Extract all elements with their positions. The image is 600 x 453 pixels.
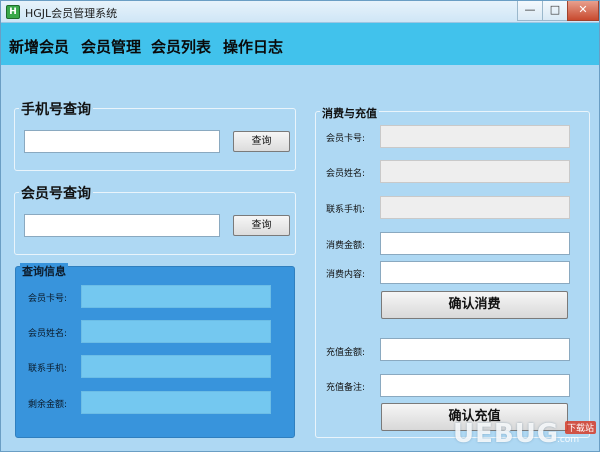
consume-content-input[interactable] bbox=[380, 261, 570, 284]
recharge-amount-label: 充值金额: bbox=[326, 348, 366, 358]
member-query-button[interactable]: 查询 bbox=[233, 215, 290, 236]
consume-recharge-title: 消费与充值 bbox=[320, 105, 379, 121]
menu-member-manage[interactable]: 会员管理 bbox=[81, 36, 141, 57]
window-title: HGJL会员管理系统 bbox=[25, 7, 118, 20]
menu-operation-log[interactable]: 操作日志 bbox=[223, 36, 283, 57]
menu-bar: 新增会员 会员管理 会员列表 操作日志 bbox=[1, 23, 599, 65]
watermark-logo: UEBUG 下载站 .com bbox=[453, 419, 597, 453]
maximize-button[interactable]: □ bbox=[542, 1, 568, 21]
title-bar[interactable]: H HGJL会员管理系统 — □ ✕ bbox=[1, 1, 599, 23]
member-name-field bbox=[380, 160, 570, 183]
main-window: H HGJL会员管理系统 — □ ✕ 新增会员 会员管理 会员列表 操作日志 手… bbox=[0, 0, 600, 452]
member-query-title: 会员号查询 bbox=[19, 183, 93, 203]
info-balance-value bbox=[81, 391, 271, 414]
contact-phone-field bbox=[380, 196, 570, 219]
info-name-value bbox=[81, 320, 271, 343]
info-name-label: 会员姓名: bbox=[28, 329, 68, 339]
contact-phone-label: 联系手机: bbox=[326, 205, 366, 215]
query-info-title: 查询信息 bbox=[20, 263, 68, 279]
member-name-label: 会员姓名: bbox=[326, 169, 366, 179]
recharge-amount-input[interactable] bbox=[380, 338, 570, 361]
phone-query-button[interactable]: 查询 bbox=[233, 131, 290, 152]
card-number-field bbox=[380, 125, 570, 148]
info-balance-label: 剩余金额: bbox=[28, 400, 68, 410]
watermark-badge: 下载站 bbox=[565, 421, 597, 434]
close-button[interactable]: ✕ bbox=[567, 1, 599, 21]
recharge-note-input[interactable] bbox=[380, 374, 570, 397]
query-info-panel: 查询信息 会员卡号: 会员姓名: 联系手机: 剩余金额: bbox=[15, 263, 295, 438]
member-query-input[interactable] bbox=[24, 214, 220, 237]
info-phone-value bbox=[81, 355, 271, 378]
info-card-label: 会员卡号: bbox=[28, 294, 68, 304]
minimize-button[interactable]: — bbox=[517, 1, 543, 21]
member-query-group: 会员号查询 查询 bbox=[14, 183, 296, 255]
watermark-text: UEBUG bbox=[453, 419, 560, 449]
consume-content-label: 消费内容: bbox=[326, 270, 366, 280]
menu-new-member[interactable]: 新增会员 bbox=[9, 36, 69, 57]
recharge-note-label: 充值备注: bbox=[326, 383, 366, 393]
app-icon: H bbox=[6, 5, 20, 19]
confirm-consume-button[interactable]: 确认消费 bbox=[381, 291, 568, 319]
phone-query-title: 手机号查询 bbox=[19, 99, 93, 119]
phone-query-input[interactable] bbox=[24, 130, 220, 153]
consume-amount-input[interactable] bbox=[380, 232, 570, 255]
phone-query-group: 手机号查询 查询 bbox=[14, 99, 296, 171]
info-card-value bbox=[81, 285, 271, 308]
watermark-domain: .com bbox=[557, 435, 580, 445]
info-phone-label: 联系手机: bbox=[28, 364, 68, 374]
consume-recharge-group: 消费与充值 会员卡号: 会员姓名: 联系手机: 消费金额: 消费内容: 确认消费… bbox=[315, 105, 590, 438]
consume-amount-label: 消费金额: bbox=[326, 241, 366, 251]
card-number-label: 会员卡号: bbox=[326, 134, 366, 144]
menu-member-list[interactable]: 会员列表 bbox=[151, 36, 211, 57]
